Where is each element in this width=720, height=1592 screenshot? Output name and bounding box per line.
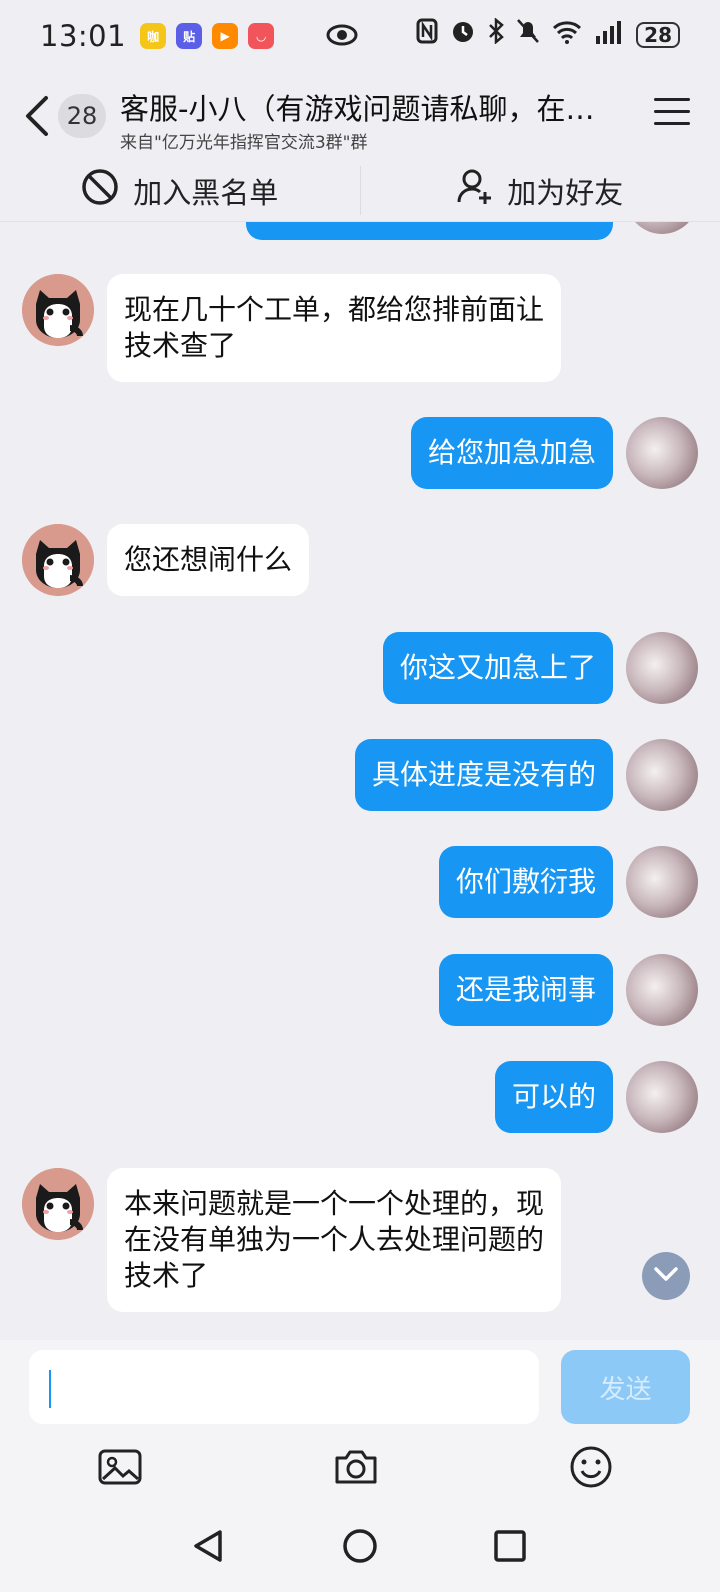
status-time: 13:01 [40, 19, 127, 53]
block-icon [81, 168, 119, 213]
add-friend-button[interactable]: 加为好友 [361, 160, 720, 221]
app-icon-red: ◡ [248, 23, 275, 49]
message-bubble-outgoing[interactable]: 你们敷衍我 [438, 846, 613, 918]
eye-icon [326, 20, 358, 53]
unread-count-badge[interactable]: 28 [58, 94, 106, 138]
avatar-cat[interactable] [22, 274, 94, 346]
message-input[interactable] [29, 1350, 539, 1424]
image-icon[interactable] [97, 1444, 143, 1490]
message-bubble-incoming[interactable]: 现在几十个工单，都给您排前面让 技术查了 [107, 274, 562, 382]
wifi-icon [552, 18, 582, 51]
app-icon-purple: 贴 [176, 23, 203, 49]
nav-recents-icon[interactable] [490, 1526, 530, 1566]
signal-icon [594, 18, 624, 51]
battery-indicator: 28 [636, 21, 680, 48]
status-bar: 13:01 咖贴 ▶ ◡ 28 [0, 0, 720, 72]
status-app-icons: 咖贴 ▶ ◡ [140, 23, 275, 49]
mute-icon [516, 18, 540, 51]
avatar-self-partial[interactable] [626, 222, 698, 234]
bluetooth-icon [488, 17, 505, 51]
alarm-icon [450, 18, 476, 51]
message-bubble-outgoing[interactable]: 可以的 [494, 1061, 613, 1133]
message-bubble-incoming[interactable]: 您还想闹什么 [107, 524, 310, 596]
avatar-self[interactable] [626, 632, 698, 704]
chat-subtitle: 来自"亿万光年指挥官交流3群"群 [120, 133, 368, 153]
avatar-self[interactable] [626, 1061, 698, 1133]
message-bubble-outgoing[interactable]: 具体进度是没有的 [354, 739, 613, 811]
message-bubble-outgoing[interactable]: 给您加急加急 [410, 417, 613, 489]
system-nav-bar [0, 1502, 720, 1592]
block-button[interactable]: 加入黑名单 [0, 160, 360, 221]
send-button[interactable]: 发送 [561, 1350, 690, 1424]
message-list[interactable]: 现在几十个工单，都给您排前面让 技术查了给您加急加急您还想闹什么 你这又加急上了具… [0, 222, 720, 1340]
chat-title: 客服-小八（有游戏问题请私聊，在… [120, 92, 595, 126]
app-icon-orange: ▶ [212, 23, 239, 49]
nav-home-icon[interactable] [340, 1526, 380, 1566]
nav-back-icon[interactable] [188, 1526, 228, 1566]
avatar-self[interactable] [626, 954, 698, 1026]
scroll-down-button[interactable] [642, 1252, 690, 1300]
text-caret [49, 1370, 51, 1408]
status-indicators: 28 [416, 17, 680, 51]
camera-icon[interactable] [333, 1444, 379, 1490]
avatar-cat[interactable] [22, 1168, 94, 1240]
app-icon-yellow: 咖 [140, 23, 167, 49]
add-user-icon [457, 168, 493, 213]
message-bubble-partial[interactable] [246, 222, 613, 240]
avatar-cat[interactable] [22, 524, 94, 596]
block-label: 加入黑名单 [133, 175, 279, 210]
avatar-self[interactable] [626, 846, 698, 918]
message-bubble-outgoing[interactable]: 你这又加急上了 [382, 632, 613, 704]
back-button[interactable] [22, 94, 54, 138]
emoji-icon[interactable] [568, 1444, 614, 1490]
message-bubble-incoming[interactable]: 本来问题就是一个一个处理的，现 在没有单独为一个人去处理问题的 技术了 [107, 1168, 562, 1312]
add-friend-label: 加为好友 [507, 175, 624, 210]
chevron-down-icon [653, 1266, 679, 1286]
menu-icon[interactable] [654, 98, 690, 130]
message-bubble-outgoing[interactable]: 还是我闹事 [438, 954, 613, 1026]
avatar-self[interactable] [626, 739, 698, 811]
avatar-self[interactable] [626, 417, 698, 489]
chat-header: 28 客服-小八（有游戏问题请私聊，在… 来自"亿万光年指挥官交流3群"群 [0, 72, 720, 160]
action-bar: 加入黑名单 加为好友 [0, 160, 720, 222]
input-bar: 发送 [0, 1340, 720, 1502]
nfc-icon [416, 18, 438, 51]
